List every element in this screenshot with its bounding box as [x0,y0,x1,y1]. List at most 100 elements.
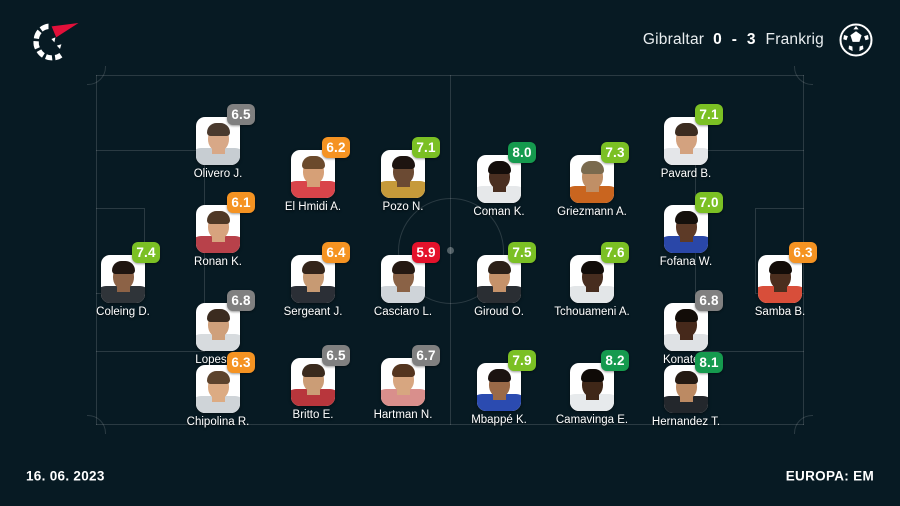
player-marker[interactable]: 6.7 Hartman N. [359,345,447,421]
player-name: Pavard B. [660,168,712,180]
player-name: Coman K. [473,206,525,218]
player-marker[interactable]: 7.9 Mbappé K. [455,350,543,426]
player-marker[interactable]: 6.1 Ronan K. [174,192,262,268]
player-marker[interactable]: 6.3 Samba B. [736,242,824,318]
player-avatar-wrap[interactable]: 6.2 [291,137,350,198]
player-rating-badge: 7.6 [601,242,629,263]
player-avatar-wrap[interactable]: 7.6 [570,242,629,303]
footer-bar: 16. 06. 2023 EUROPA: EM [0,445,900,506]
player-rating-badge: 8.1 [695,352,723,373]
home-goals: 0 [713,31,723,48]
player-avatar-wrap[interactable]: 6.5 [196,104,255,165]
player-marker[interactable]: 6.4 Sergeant J. [269,242,357,318]
player-avatar-wrap[interactable]: 8.2 [570,350,629,411]
player-name: Sergeant J. [283,306,343,318]
player-rating-badge: 8.0 [508,142,536,163]
player-rating-badge: 7.0 [695,192,723,213]
player-marker[interactable]: 7.3 Griezmann A. [548,142,636,218]
player-name: Tchouameni A. [554,306,630,318]
hair [391,156,415,169]
player-avatar-wrap[interactable]: 7.4 [101,242,160,303]
player-name: Samba B. [754,306,806,318]
player-marker[interactable]: 7.1 Pavard B. [642,104,730,180]
hair [674,309,698,322]
player-name: Griezmann A. [557,206,627,218]
hair [301,261,325,274]
player-marker[interactable]: 7.0 Fofana W. [642,192,730,268]
center-spot [446,246,454,254]
header-bar: Gibraltar 0 - 3 Frankrig [0,0,900,80]
player-name: Hernandez T. [651,416,721,428]
hair [674,123,698,136]
player-name: Casciaro L. [373,306,433,318]
player-name: Britto E. [292,409,334,421]
flashscore-logo[interactable] [26,18,84,64]
player-avatar-wrap[interactable]: 7.3 [570,142,629,203]
away-team-name: Frankrig [765,31,824,48]
player-avatar-wrap[interactable]: 6.1 [196,192,255,253]
hair [391,261,415,274]
hair [487,261,511,274]
player-avatar-wrap[interactable]: 8.1 [664,352,723,413]
away-goals: 3 [746,31,757,48]
player-name: Chipolina R. [186,416,250,428]
player-marker[interactable]: 7.5 Giroud O. [455,242,543,318]
player-rating-badge: 6.3 [789,242,817,263]
player-avatar-wrap[interactable]: 5.9 [381,242,440,303]
player-name: Mbappé K. [471,414,527,426]
player-avatar-wrap[interactable]: 6.5 [291,345,350,406]
player-marker[interactable]: 7.6 Tchouameni A. [548,242,636,318]
player-avatar-wrap[interactable]: 6.4 [291,242,350,303]
player-avatar-wrap[interactable]: 8.0 [477,142,536,203]
player-avatar-wrap[interactable]: 6.3 [196,352,255,413]
player-name: Coleing D. [96,306,150,318]
player-marker[interactable]: 5.9 Casciaro L. [359,242,447,318]
player-marker[interactable]: 8.1 Hernandez T. [642,352,730,428]
player-avatar-wrap[interactable]: 6.3 [758,242,817,303]
hair [391,364,415,377]
player-rating-badge: 5.9 [412,242,440,263]
player-rating-badge: 7.1 [412,137,440,158]
player-avatar-wrap[interactable]: 7.5 [477,242,536,303]
player-marker[interactable]: 6.3 Chipolina R. [174,352,262,428]
player-marker[interactable]: 7.4 Coleing D. [79,242,167,318]
hair [206,123,230,136]
player-marker[interactable]: 8.2 Camavinga E. [548,350,636,426]
hair [301,364,325,377]
player-avatar-wrap[interactable]: 7.1 [664,104,723,165]
player-rating-badge: 7.3 [601,142,629,163]
hair [206,211,230,224]
player-name: Giroud O. [474,306,524,318]
player-avatar-wrap[interactable]: 7.9 [477,350,536,411]
player-avatar-wrap[interactable]: 6.8 [196,290,255,351]
player-marker[interactable]: 6.5 Olivero J. [174,104,262,180]
player-marker[interactable]: 8.0 Coman K. [455,142,543,218]
player-rating-badge: 6.5 [322,345,350,366]
hair [580,261,604,274]
player-avatar-wrap[interactable]: 6.8 [664,290,723,351]
player-marker[interactable]: 6.5 Britto E. [269,345,357,421]
player-rating-badge: 6.5 [227,104,255,125]
player-rating-badge: 6.2 [322,137,350,158]
hair [674,371,698,384]
player-name: Hartman N. [373,409,433,421]
player-name: Fofana W. [659,256,713,268]
match-date: 16. 06. 2023 [26,468,105,483]
player-name: El Hmidi A. [284,201,342,213]
pitch: 6.5 Olivero J. 6.2 El Hmidi A. 7.1 Pozo N. 8.0… [87,66,817,434]
player-name: Olivero J. [193,168,243,180]
competition-label: EUROPA: EM [785,468,874,483]
player-avatar-wrap[interactable]: 7.1 [381,137,440,198]
player-rating-badge: 6.8 [227,290,255,311]
player-marker[interactable]: 7.1 Pozo N. [359,137,447,213]
player-avatar-wrap[interactable]: 7.0 [664,192,723,253]
home-team-name: Gibraltar [642,31,705,48]
player-rating-badge: 7.4 [132,242,160,263]
player-marker[interactable]: 6.2 El Hmidi A. [269,137,357,213]
football-icon [838,22,874,58]
hair [487,161,511,174]
player-rating-badge: 6.4 [322,242,350,263]
score-line: Gibraltar 0 - 3 Frankrig [643,31,824,49]
player-avatar-wrap[interactable]: 6.7 [381,345,440,406]
corner-arc-bottom-left [87,415,106,434]
